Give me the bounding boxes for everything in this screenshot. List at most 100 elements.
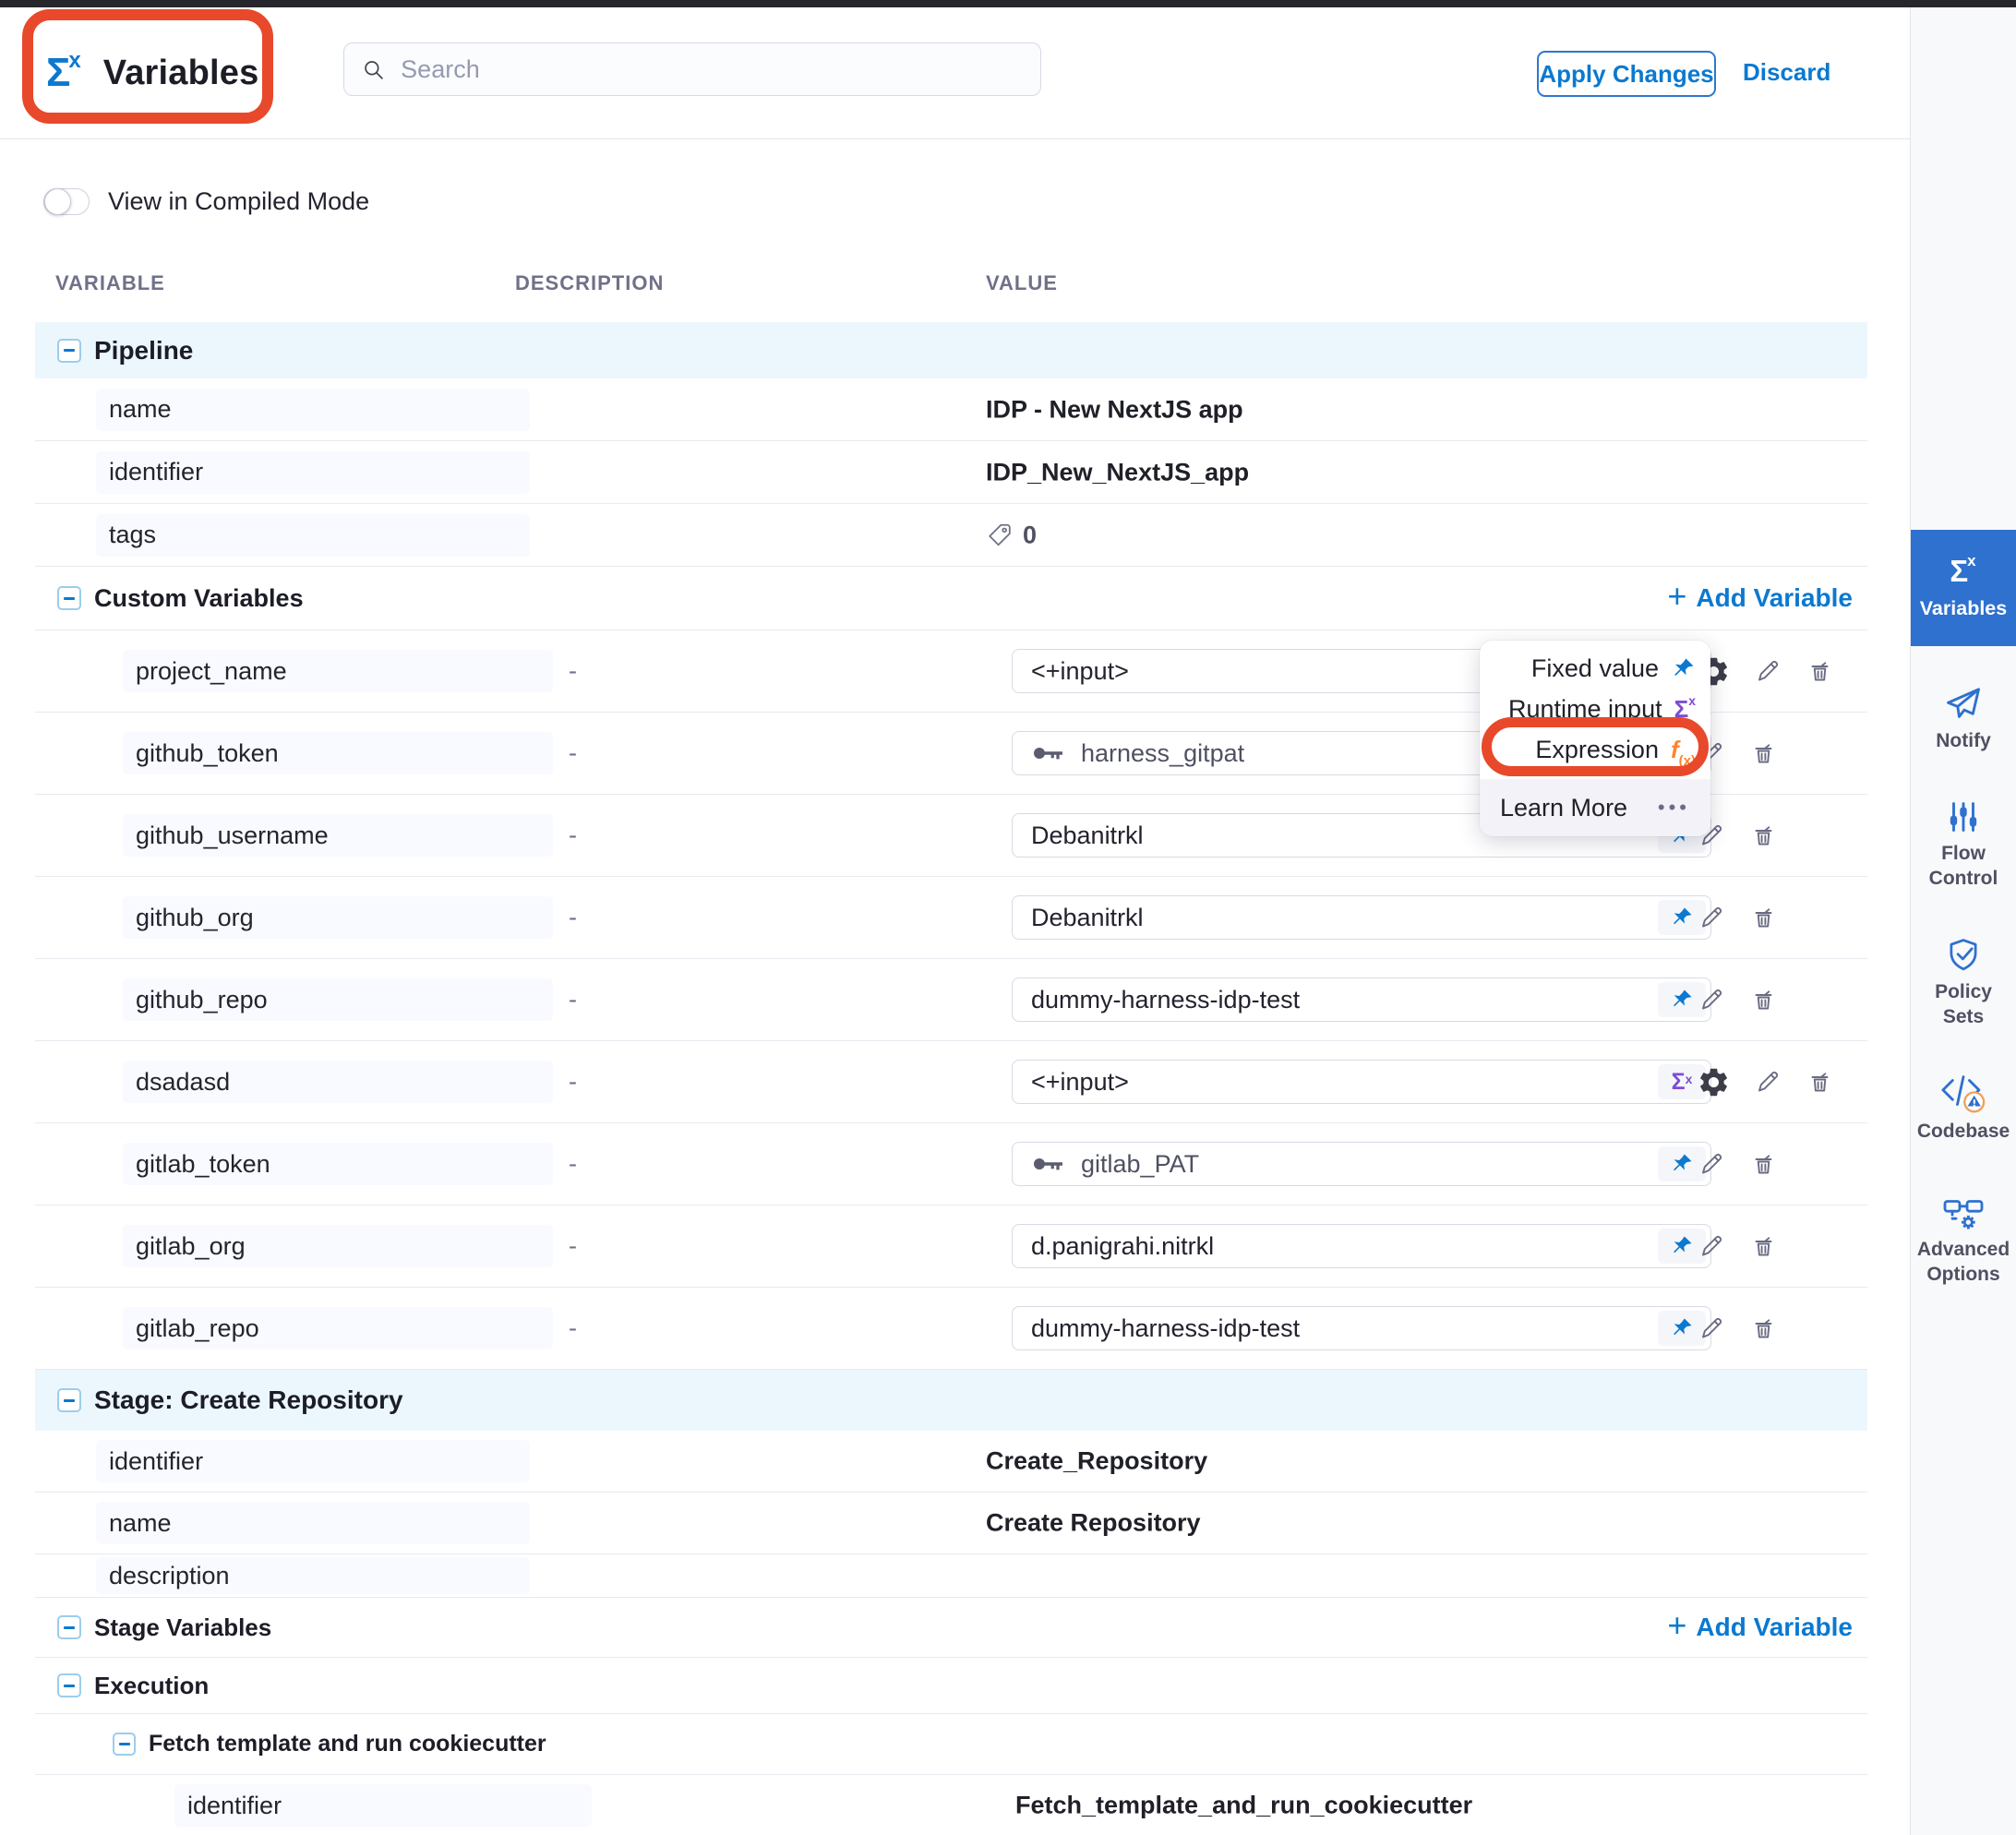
edit-icon[interactable] bbox=[1697, 903, 1726, 932]
variable-description: - bbox=[569, 1068, 577, 1097]
codebase-icon bbox=[1939, 1071, 1987, 1114]
delete-icon[interactable] bbox=[1805, 1067, 1834, 1097]
value-input[interactable]: <+input> Σx bbox=[1012, 1060, 1711, 1104]
nav-item-flow-control[interactable]: FlowControl bbox=[1911, 798, 2016, 891]
row-label: name bbox=[96, 389, 530, 431]
edit-icon[interactable] bbox=[1753, 656, 1782, 686]
window-top-edge bbox=[0, 0, 2016, 7]
variable-description: - bbox=[569, 657, 577, 686]
variable-description: - bbox=[569, 986, 577, 1014]
panel-title-group: Σx Variables bbox=[46, 7, 258, 138]
flow-control-sliders-icon bbox=[1944, 798, 1983, 836]
value-input[interactable]: d.panigrahi.nitrkl bbox=[1012, 1224, 1711, 1268]
nav-item-codebase[interactable]: Codebase bbox=[1911, 1071, 2016, 1144]
row-value: Fetch_template_and_run_cookiecutter bbox=[1015, 1792, 1472, 1820]
row-label: tags bbox=[96, 514, 530, 557]
delete-icon[interactable] bbox=[1748, 1313, 1778, 1343]
variable-description: - bbox=[569, 1150, 577, 1179]
variable-name: github_token bbox=[123, 732, 553, 774]
variables-sigma-icon: Σx bbox=[46, 53, 83, 93]
expression-fx-icon: f(x) bbox=[1671, 736, 1696, 764]
collapse-icon[interactable] bbox=[57, 1615, 81, 1639]
variable-description: - bbox=[569, 1314, 577, 1343]
page-title: Variables bbox=[103, 54, 259, 93]
variable-row-gitlab-token: gitlab_token - gitlab_PAT bbox=[35, 1123, 1867, 1205]
variables-table: Pipeline name IDP - New NextJS app ident… bbox=[35, 322, 1867, 1835]
menu-item-fixed-value[interactable]: Fixed value bbox=[1480, 648, 1710, 689]
nav-item-notify[interactable]: Notify bbox=[1911, 683, 2016, 753]
delete-icon[interactable] bbox=[1748, 1149, 1778, 1179]
execution-title: Execution bbox=[94, 1672, 209, 1700]
search-input[interactable] bbox=[399, 54, 1024, 85]
nav-item-advanced-options[interactable]: AdvancedOptions bbox=[1911, 1193, 2016, 1287]
pipeline-identifier-row: identifier IDP_New_NextJS_app bbox=[35, 441, 1867, 504]
delete-icon[interactable] bbox=[1748, 903, 1778, 932]
delete-icon[interactable] bbox=[1748, 1231, 1778, 1261]
section-custom-variables: Custom Variables +Add Variable bbox=[35, 567, 1867, 630]
edit-icon[interactable] bbox=[1753, 1067, 1782, 1097]
add-variable-button[interactable]: +Add Variable bbox=[1667, 1611, 1853, 1644]
edit-icon[interactable] bbox=[1697, 1313, 1726, 1343]
collapse-icon[interactable] bbox=[57, 339, 81, 363]
variable-name: dsadasd bbox=[123, 1061, 553, 1103]
compiled-mode-toggle[interactable] bbox=[43, 188, 90, 215]
policy-shield-icon bbox=[1944, 936, 1983, 975]
nav-item-policy-sets[interactable]: PolicySets bbox=[1911, 936, 2016, 1029]
row-value: Create_Repository bbox=[986, 1447, 1207, 1476]
section-stage: Stage: Create Repository bbox=[35, 1370, 1867, 1431]
plus-icon: + bbox=[1667, 580, 1686, 613]
learn-more-link[interactable]: Learn More bbox=[1500, 794, 1627, 822]
value-type-menu: Fixed value Runtime input Σx Expression … bbox=[1480, 641, 1710, 836]
delete-icon[interactable] bbox=[1748, 738, 1778, 768]
menu-item-expression[interactable]: Expression f(x) bbox=[1480, 729, 1710, 770]
variable-name: github_username bbox=[123, 814, 553, 857]
row-value: IDP_New_NextJS_app bbox=[986, 458, 1249, 486]
column-header-description: DESCRIPTION bbox=[515, 271, 664, 295]
delete-icon[interactable] bbox=[1805, 656, 1834, 686]
panel-header: Σx Variables Apply Changes Discard bbox=[0, 7, 1910, 139]
collapse-icon[interactable] bbox=[57, 1388, 81, 1412]
row-label: identifier bbox=[96, 451, 530, 494]
value-input[interactable]: gitlab_PAT bbox=[1012, 1142, 1711, 1186]
more-options-icon[interactable]: ••• bbox=[1658, 796, 1690, 820]
value-input[interactable]: dummy-harness-idp-test bbox=[1012, 1306, 1711, 1350]
tags-count: 0 bbox=[1023, 521, 1037, 549]
nav-item-variables-active[interactable]: Σx Variables bbox=[1911, 530, 2016, 646]
section-pipeline: Pipeline bbox=[35, 322, 1867, 378]
collapse-icon[interactable] bbox=[113, 1733, 136, 1756]
collapse-icon[interactable] bbox=[57, 586, 81, 610]
edit-icon[interactable] bbox=[1697, 1149, 1726, 1179]
edit-icon[interactable] bbox=[1697, 1231, 1726, 1261]
column-header-variable: VARIABLE bbox=[55, 271, 165, 295]
delete-icon[interactable] bbox=[1748, 821, 1778, 850]
variable-description: - bbox=[569, 904, 577, 932]
discard-link[interactable]: Discard bbox=[1743, 51, 1830, 93]
step-identifier-row: identifier Fetch_template_and_run_cookie… bbox=[35, 1775, 1867, 1835]
pin-icon bbox=[1671, 656, 1696, 681]
variable-name: gitlab_org bbox=[123, 1225, 553, 1267]
collapse-icon[interactable] bbox=[57, 1673, 81, 1697]
pipeline-name-row: name IDP - New NextJS app bbox=[35, 378, 1867, 441]
variable-row-dsadasd: dsadasd - <+input> Σx bbox=[35, 1041, 1867, 1123]
delete-icon[interactable] bbox=[1748, 985, 1778, 1014]
row-label: description bbox=[96, 1557, 530, 1594]
edit-icon[interactable] bbox=[1697, 985, 1726, 1014]
search-box[interactable] bbox=[343, 42, 1041, 96]
add-variable-button[interactable]: +Add Variable bbox=[1667, 582, 1853, 615]
secret-key-icon bbox=[1031, 738, 1064, 768]
variable-row-github-repo: github_repo - dummy-harness-idp-test bbox=[35, 959, 1867, 1041]
settings-icon[interactable] bbox=[1697, 1065, 1731, 1099]
stage-variables-title: Stage Variables bbox=[94, 1613, 271, 1642]
variable-description: - bbox=[569, 739, 577, 768]
secret-key-icon bbox=[1031, 1149, 1064, 1179]
value-input[interactable]: Debanitrkl bbox=[1012, 895, 1711, 940]
variable-name: gitlab_token bbox=[123, 1143, 553, 1185]
custom-variables-title: Custom Variables bbox=[94, 584, 304, 613]
pipeline-variables-panel: Σx Variables Apply Changes Discard View … bbox=[0, 0, 2016, 1835]
variable-row-gitlab-repo: gitlab_repo - dummy-harness-idp-test bbox=[35, 1288, 1867, 1370]
menu-item-runtime-input[interactable]: Runtime input Σx bbox=[1480, 689, 1710, 729]
value-input[interactable]: dummy-harness-idp-test bbox=[1012, 977, 1711, 1022]
apply-changes-button[interactable]: Apply Changes bbox=[1537, 51, 1716, 97]
stage-identifier-row: identifier Create_Repository bbox=[35, 1431, 1867, 1493]
stage-name-row: name Create Repository bbox=[35, 1493, 1867, 1554]
